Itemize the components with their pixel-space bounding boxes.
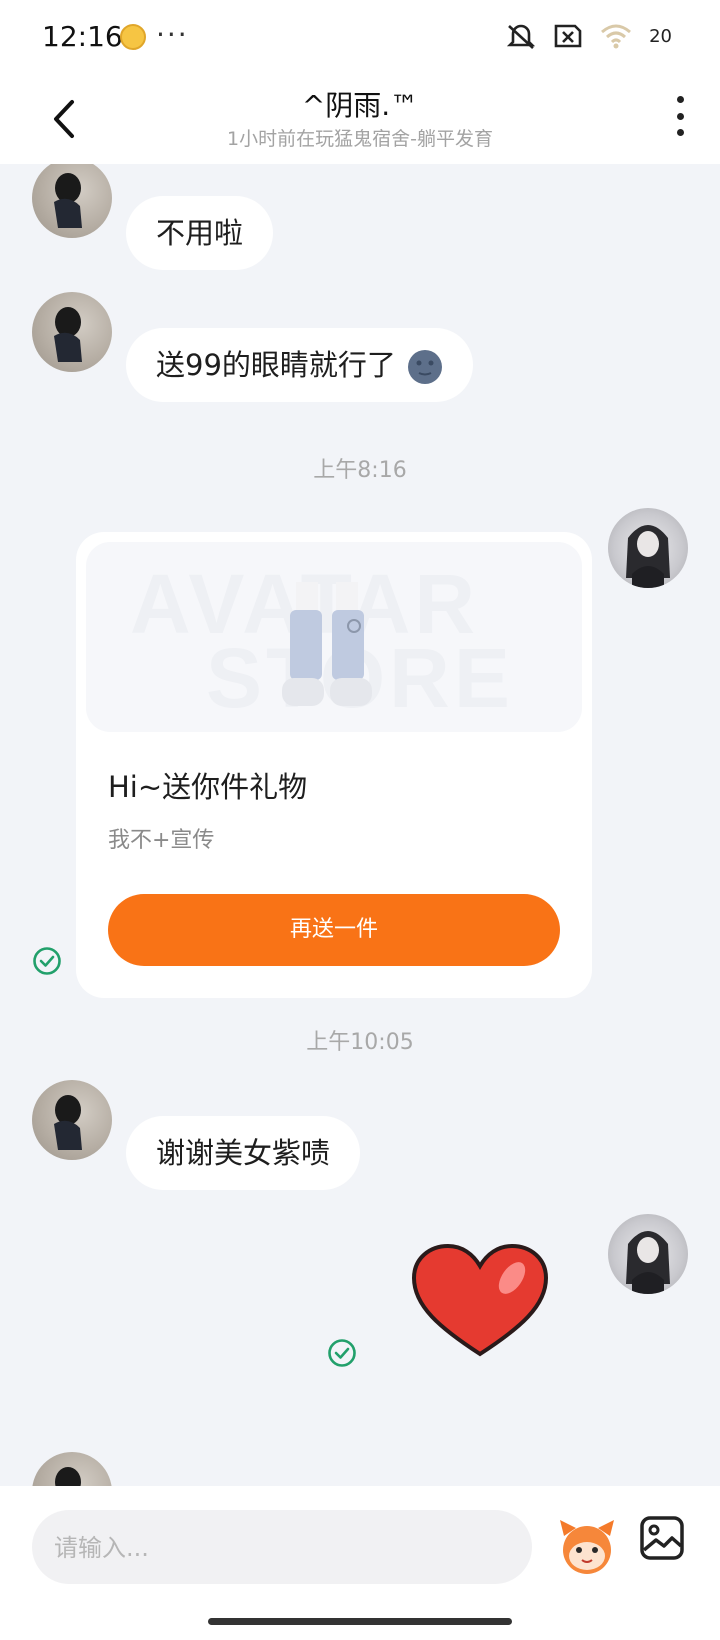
- image-gallery-icon[interactable]: [638, 1514, 686, 1562]
- message-input-container[interactable]: [32, 1510, 532, 1586]
- status-icons: 20: [505, 22, 672, 50]
- message-text: 不用啦: [156, 216, 244, 250]
- gift-image: AVATAR STORE: [86, 542, 582, 732]
- wifi-icon: [601, 24, 632, 49]
- contact-avatar[interactable]: [32, 1452, 112, 1486]
- message-bubble[interactable]: 谢谢美女紫啧: [126, 1116, 361, 1190]
- status-time: 12:16: [42, 20, 123, 53]
- battery-level: 20: [649, 25, 672, 47]
- emoji-sticker-icon[interactable]: [556, 1516, 618, 1578]
- read-check-icon: [328, 1339, 356, 1367]
- send-another-button[interactable]: 再送一件: [108, 894, 560, 966]
- no-sim-icon: [554, 24, 582, 48]
- home-indicator[interactable]: [208, 1618, 512, 1625]
- my-avatar[interactable]: [608, 1214, 688, 1294]
- contact-status: 1小时前在玩猛鬼宿舍-躺平发育: [227, 128, 493, 150]
- message-input[interactable]: [52, 1510, 496, 1586]
- message-timestamp: 上午8:16: [313, 458, 407, 483]
- muted-bell-icon: [506, 24, 536, 49]
- moon-face-emoji-icon: [408, 350, 443, 384]
- gift-card[interactable]: AVATAR STORE Hi~送你件礼物 我不+宣传 再送一件: [76, 532, 592, 998]
- contact-avatar[interactable]: [32, 292, 112, 372]
- message-bubble[interactable]: 不用啦: [126, 196, 274, 270]
- chat-header: ^阴雨.™ 1小时前在玩猛鬼宿舍-躺平发育: [0, 80, 720, 164]
- heart-sticker-icon[interactable]: [410, 1242, 550, 1362]
- notification-emoji-icon: [120, 24, 146, 50]
- read-check-icon: [33, 947, 61, 975]
- input-bar: [0, 1486, 720, 1640]
- contact-avatar[interactable]: [32, 164, 112, 238]
- message-text: 送99的眼睛就行了: [156, 348, 396, 382]
- status-more: ···: [156, 18, 189, 51]
- chat-messages[interactable]: 不用啦 送99的眼睛就行了 上午8:16 AVATAR STORE Hi~送你件…: [0, 164, 720, 1486]
- contact-name: ^阴雨.™: [301, 89, 419, 122]
- message-timestamp: 上午10:05: [306, 1030, 414, 1055]
- contact-avatar[interactable]: [32, 1080, 112, 1160]
- status-bar: 12:16 ··· 20: [0, 0, 720, 80]
- gift-title: Hi~送你件礼物: [108, 770, 308, 804]
- gift-subtitle: 我不+宣传: [108, 828, 215, 853]
- pants-shoes-icon: [282, 582, 372, 706]
- message-bubble[interactable]: 送99的眼睛就行了: [126, 328, 474, 402]
- message-text: 谢谢美女紫啧: [156, 1136, 331, 1170]
- my-avatar[interactable]: [608, 508, 688, 588]
- more-options-icon[interactable]: [670, 96, 690, 136]
